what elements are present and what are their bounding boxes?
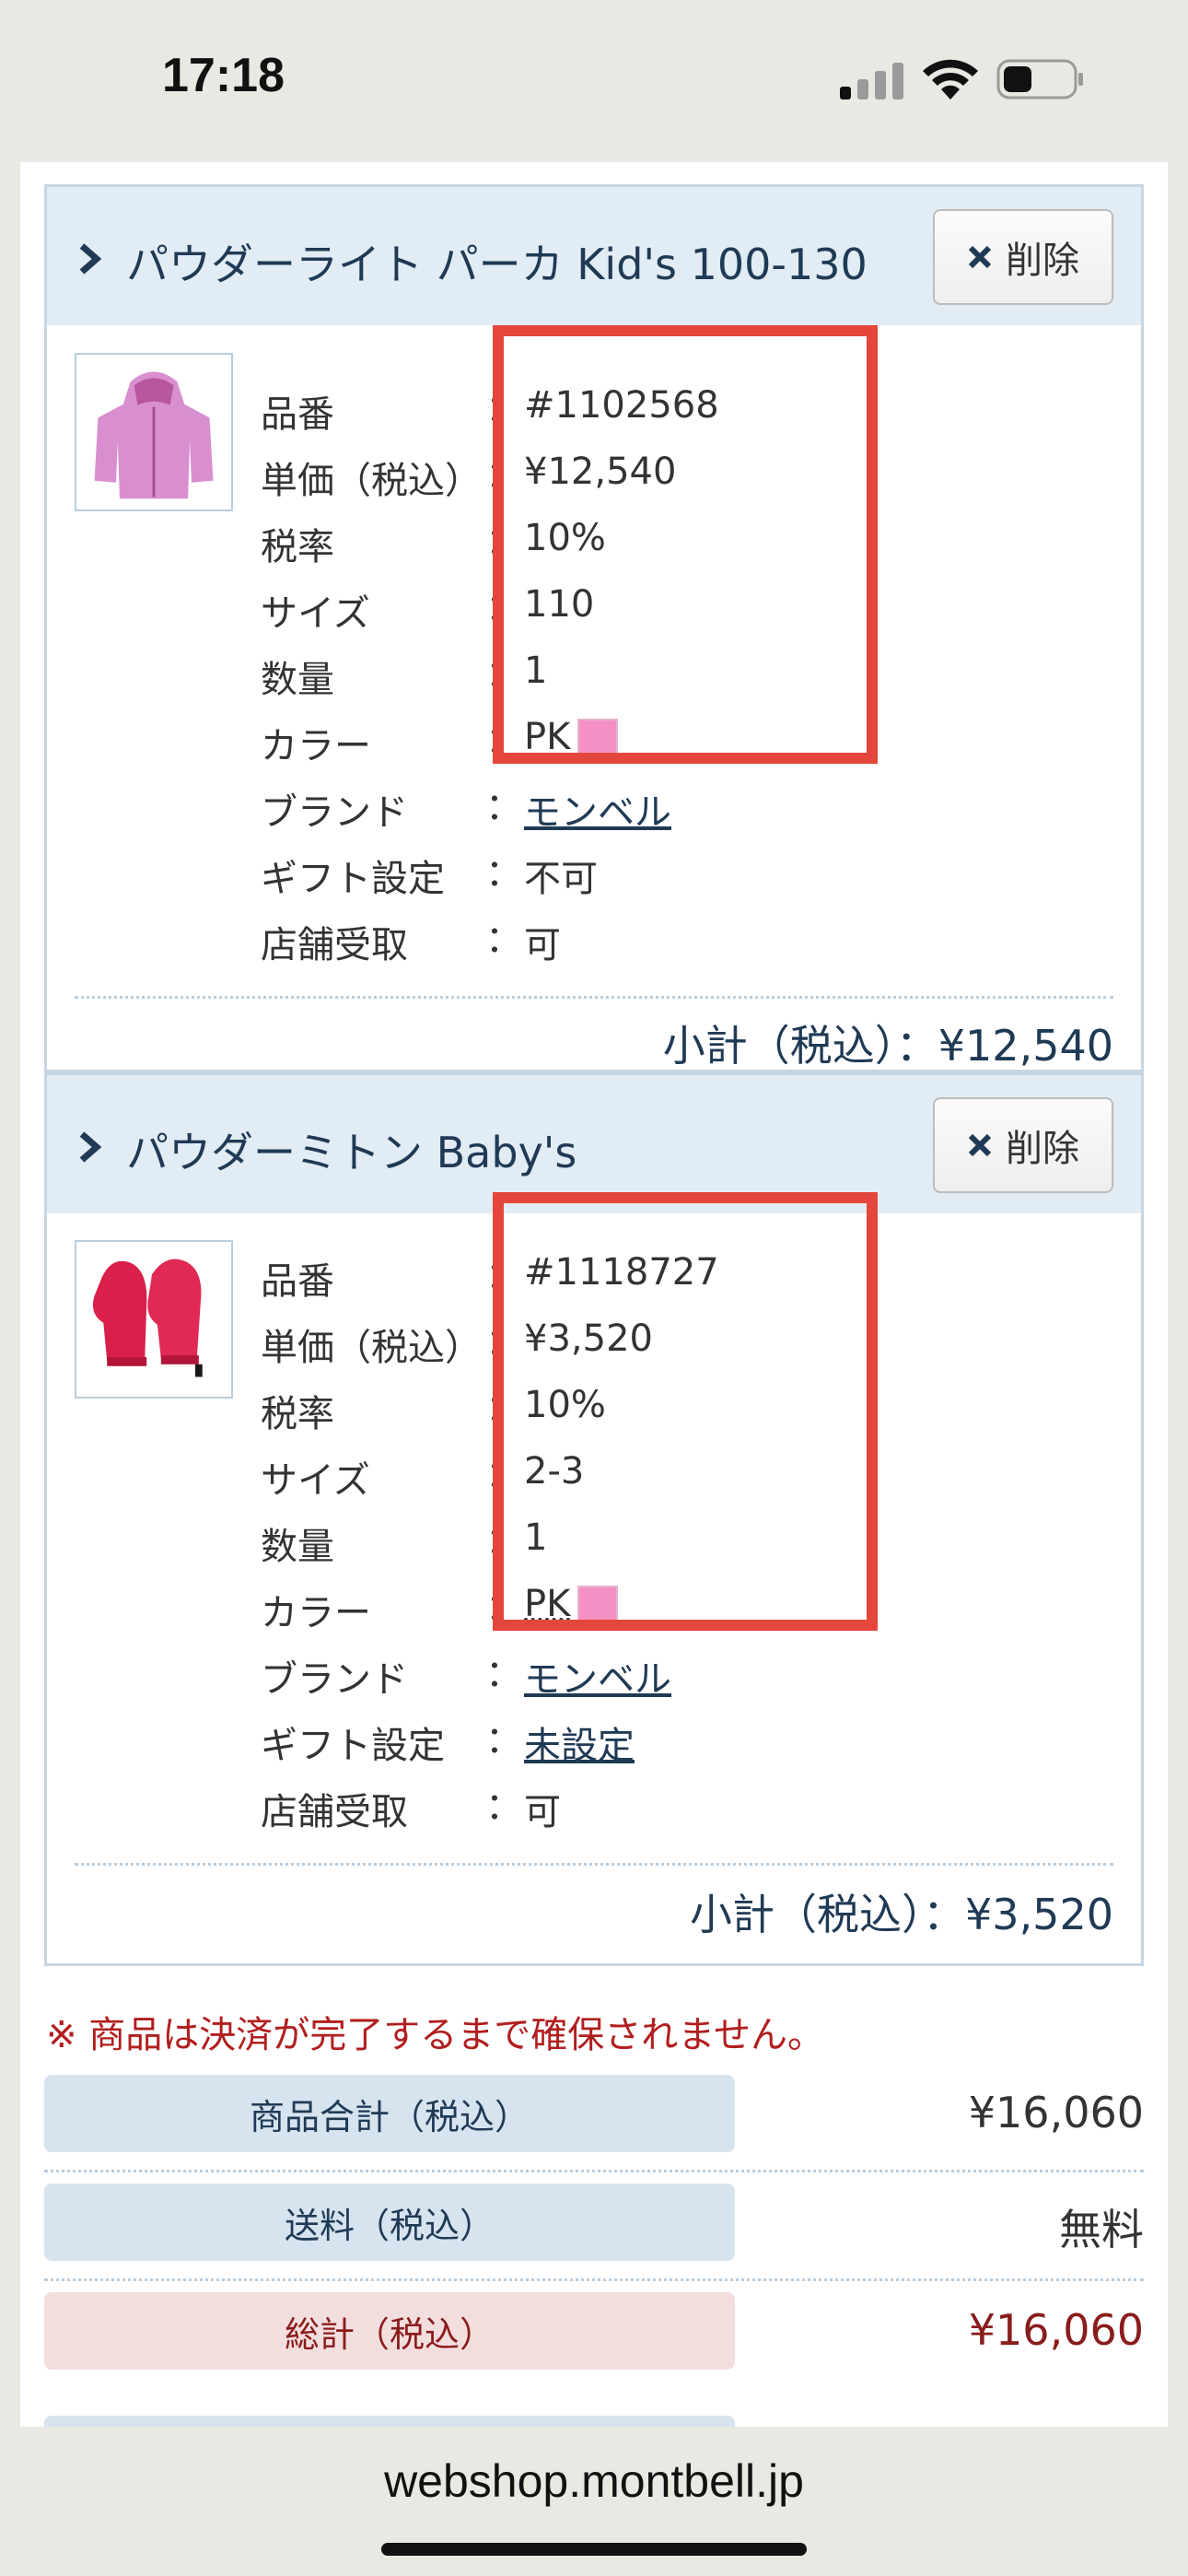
item-subtotal: 小計（税込）：¥12,540 bbox=[662, 1021, 1113, 1071]
grand-total-row: 総計（税込） ¥16,060 bbox=[44, 2281, 1144, 2390]
close-icon bbox=[968, 1133, 992, 1157]
brand-link[interactable]: モンベル bbox=[524, 1649, 671, 1703]
wifi-icon bbox=[923, 59, 978, 100]
delete-label: 削除 bbox=[1006, 1128, 1079, 1170]
goods-total-label: 商品合計（税込） bbox=[44, 2075, 735, 2152]
grand-total-value: ¥16,060 bbox=[968, 2305, 1144, 2355]
status-time: 17:18 bbox=[162, 49, 285, 102]
close-icon bbox=[968, 245, 992, 269]
product-title[interactable]: パウダーミトン Baby's bbox=[126, 1119, 577, 1180]
product-image-mitten[interactable] bbox=[75, 1240, 233, 1399]
reservation-notice: ※ 商品は決済が完了するまで確保されません。 bbox=[46, 2014, 825, 2056]
delete-button[interactable]: 削除 bbox=[933, 1097, 1113, 1193]
cellular-signal-icon bbox=[840, 63, 903, 100]
divider bbox=[75, 996, 1113, 999]
grand-total-label: 総計（税込） bbox=[44, 2292, 735, 2370]
product-image-parka[interactable] bbox=[75, 353, 233, 511]
cart-item: パウダーライト パーカ Kid's 100-130 削除 品番 ： #11025… bbox=[44, 184, 1144, 1072]
goods-total-value: ¥16,060 bbox=[968, 2088, 1144, 2137]
browser-address-bar[interactable]: webshop.montbell.jp bbox=[0, 2427, 1188, 2576]
chevron-right-icon[interactable] bbox=[75, 1129, 106, 1165]
cart-page: パウダーライト パーカ Kid's 100-130 削除 品番 ： #11025… bbox=[20, 162, 1168, 2427]
divider bbox=[75, 1863, 1113, 1866]
home-indicator[interactable] bbox=[381, 2543, 807, 2556]
highlight-box bbox=[493, 325, 878, 764]
shipping-row: 送料（税込） 無料 bbox=[44, 2172, 1144, 2281]
brand-link[interactable]: モンベル bbox=[524, 782, 671, 836]
shipping-label: 送料（税込） bbox=[44, 2184, 735, 2261]
item-subtotal: 小計（税込）：¥3,520 bbox=[690, 1890, 1113, 1939]
shipping-value: 無料 bbox=[1059, 2205, 1144, 2254]
cart-item: パウダーミトン Baby's 削除 品番 ： #1118727 単価（税込） ：… bbox=[44, 1072, 1144, 1966]
product-title[interactable]: パウダーライト パーカ Kid's 100-130 bbox=[126, 231, 868, 292]
status-bar: 17:18 bbox=[0, 0, 1188, 162]
battery-icon bbox=[996, 59, 1083, 100]
highlight-box bbox=[493, 1192, 878, 1631]
delete-button[interactable]: 削除 bbox=[933, 209, 1113, 305]
next-summary-row bbox=[44, 2416, 735, 2427]
chevron-right-icon[interactable] bbox=[75, 240, 106, 277]
gift-setting-link[interactable]: 未設定 bbox=[524, 1715, 635, 1769]
cart-item-header: パウダーライト パーカ Kid's 100-130 削除 bbox=[47, 187, 1141, 325]
delete-label: 削除 bbox=[1006, 240, 1079, 282]
url-text[interactable]: webshop.montbell.jp bbox=[0, 2454, 1188, 2508]
goods-total-row: 商品合計（税込） ¥16,060 bbox=[44, 2064, 1144, 2172]
